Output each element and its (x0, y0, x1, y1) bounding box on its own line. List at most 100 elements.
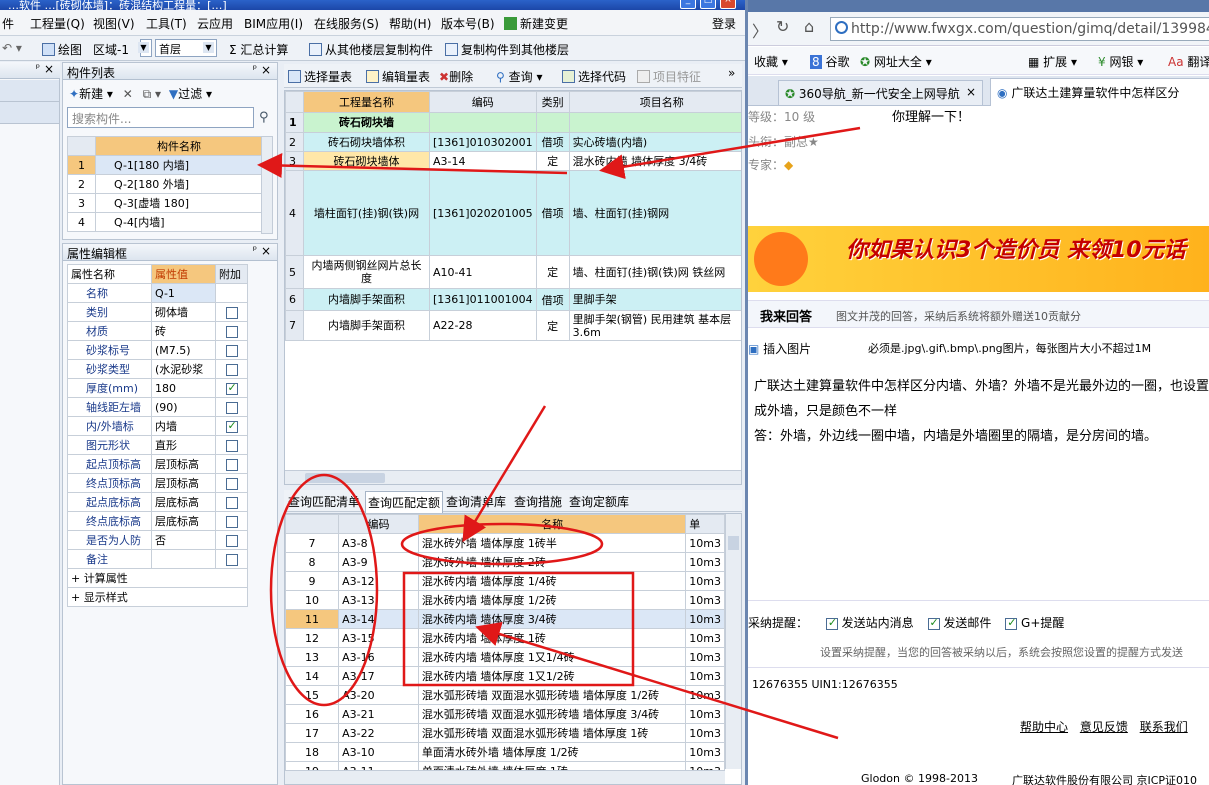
qty-type[interactable] (535, 112, 570, 133)
prop-value[interactable]: 层底标高 (151, 511, 216, 531)
bookmark-sites[interactable]: ✪ 网址大全 ▾ (860, 53, 932, 70)
component-row[interactable]: Q-1[180 内墙] (95, 155, 263, 175)
prop-value[interactable]: 直形 (151, 435, 216, 455)
vertical-scrollbar[interactable] (725, 514, 741, 769)
draw-button[interactable]: 绘图 (42, 41, 82, 58)
bookmark-extensions[interactable]: ▦ 扩展 ▾ (1028, 53, 1077, 70)
forward-icon[interactable]: 〉 (752, 18, 768, 42)
match-unit[interactable]: 10m3 (685, 552, 725, 572)
footer-help-link[interactable]: 帮助中心 (1020, 720, 1068, 734)
tab-match-list[interactable]: 查询匹配清单 (288, 493, 360, 510)
match-unit[interactable]: 10m3 (685, 590, 725, 610)
horizontal-scrollbar[interactable] (285, 470, 741, 484)
attach-checkbox[interactable] (225, 534, 238, 547)
tab-list-library[interactable]: 查询清单库 (446, 493, 506, 510)
bookmark-translate[interactable]: Aa 翻译 (1168, 53, 1209, 70)
menu-file[interactable]: 件 (2, 15, 14, 32)
property-group[interactable]: + 计算属性 (67, 568, 248, 588)
match-row[interactable]: 18 A3-10 单面清水砖外墙 墙体厚度 1/2砖 10m3 (285, 742, 725, 762)
match-row[interactable]: 17 A3-22 混水弧形砖墙 双面混水弧形砖墙 墙体厚度 1砖 10m3 (285, 723, 725, 743)
qty-type[interactable]: 借项 (535, 170, 570, 256)
delete-button[interactable]: ✖删除 (439, 68, 473, 85)
menu-cloud[interactable]: 云应用 (197, 15, 233, 32)
match-name[interactable]: 混水砖外墙 墙体厚度 1砖半 (417, 533, 687, 553)
match-code[interactable]: A3-10 (338, 742, 419, 762)
attach-checkbox[interactable] (225, 306, 238, 319)
qty-type[interactable]: 借项 (535, 288, 570, 311)
qty-type[interactable]: 定 (535, 255, 570, 289)
match-unit[interactable]: 10m3 (685, 609, 725, 629)
close-icon[interactable]: × (261, 244, 271, 258)
attach-checkbox[interactable] (225, 363, 238, 376)
attach-checkbox[interactable] (225, 344, 238, 357)
qty-code[interactable] (429, 112, 537, 133)
match-code[interactable]: A3-13 (338, 590, 419, 610)
match-unit[interactable]: 10m3 (685, 685, 725, 705)
pin-icon[interactable]: ᵖ (253, 64, 257, 75)
delete-icon[interactable]: ✕ (123, 87, 133, 101)
match-code[interactable]: A3-22 (338, 723, 419, 743)
footer-feedback-link[interactable]: 意见反馈 (1080, 720, 1128, 734)
prop-value[interactable]: (M7.5) (151, 340, 216, 360)
property-row[interactable]: 备注 (67, 549, 248, 569)
floor-select[interactable]: 首层 ▼ (155, 39, 217, 57)
undo-icon[interactable]: ↶ ▾ (2, 41, 22, 55)
prop-value[interactable]: Q-1 (151, 283, 216, 303)
property-row[interactable]: 厚度(mm) 180 (67, 378, 248, 398)
quantity-row[interactable]: 3 砖石砌块墙体 A3-14 定混水砖内墙 墙体厚度 3/4砖 (285, 151, 741, 171)
match-row[interactable]: 14 A3-17 混水砖内墙 墙体厚度 1又1/2砖 10m3 (285, 666, 725, 686)
maximize-button[interactable]: □ (700, 0, 716, 9)
prop-value[interactable]: 砌体墙 (151, 302, 216, 322)
match-unit[interactable]: 10m3 (685, 571, 725, 591)
attach-checkbox[interactable] (225, 553, 238, 566)
menu-quantity[interactable]: 工程量(Q) (30, 15, 85, 32)
quantity-row[interactable]: 2 砖石砌块墙体积 [1361]010302001 借项 实心砖墙(内墙) (285, 132, 741, 152)
prop-value[interactable]: 层底标高 (151, 492, 216, 512)
filter-button[interactable]: ▼过滤 ▾ (169, 87, 212, 101)
tab-quota-library[interactable]: 查询定额库 (569, 493, 629, 510)
match-unit[interactable]: 10m3 (685, 628, 725, 648)
query-button[interactable]: ⚲ 查询 ▾ (496, 68, 542, 85)
attach-checkbox[interactable] (225, 401, 238, 414)
match-code[interactable]: A3-16 (338, 647, 419, 667)
attach-checkbox[interactable] (225, 496, 238, 509)
tab-glodon[interactable]: ◉ 广联达土建算量软件中怎样区分 (990, 78, 1209, 106)
qty-item[interactable]: 混水砖内墙 墙体厚度 3/4砖 (568, 151, 741, 171)
bookmark-favorites[interactable]: 收藏 ▾ (754, 53, 788, 70)
match-code[interactable]: A3-21 (338, 704, 419, 724)
feature-button[interactable]: 项目特征 (637, 68, 701, 85)
match-code[interactable]: A3-17 (338, 666, 419, 686)
prop-value[interactable]: (水泥砂浆 (151, 359, 216, 379)
gplus-checkbox[interactable] (1005, 616, 1018, 630)
match-name[interactable]: 混水弧形砖墙 双面混水弧形砖墙 墙体厚度 1砖 (417, 723, 687, 743)
match-code[interactable]: A3-12 (338, 571, 419, 591)
match-unit[interactable]: 10m3 (685, 666, 725, 686)
qty-name[interactable]: 砖石砌块墙 (303, 112, 430, 133)
prop-value[interactable]: 层顶标高 (151, 473, 216, 493)
more-icon[interactable]: » (728, 66, 735, 80)
qty-name[interactable]: 砖石砌块墙体 (303, 151, 430, 171)
menu-tools[interactable]: 工具(T) (146, 15, 187, 32)
prop-value[interactable]: 砖 (151, 321, 216, 341)
property-row[interactable]: 图元形状 直形 (67, 435, 248, 455)
qty-name[interactable]: 内墙脚手架面积 (303, 288, 430, 311)
pin-icon[interactable]: ᵖ (253, 245, 257, 256)
qty-item[interactable]: 墙、柱面钉(挂)钢(铁)网 铁丝网 (568, 255, 741, 289)
property-row[interactable]: 类别 砌体墙 (67, 302, 248, 322)
property-row[interactable]: 内/外墙标 内墙 (67, 416, 248, 436)
sum-button[interactable]: Σ 汇总计算 (229, 41, 288, 58)
close-button[interactable]: × (720, 0, 736, 9)
minimize-button[interactable]: _ (680, 0, 696, 9)
search-icon[interactable]: ⚲ (259, 110, 269, 125)
bookmark-bank[interactable]: ¥ 网银 ▾ (1098, 53, 1143, 70)
match-code[interactable]: A3-14 (338, 609, 419, 629)
qty-code[interactable]: [1361]020201005 (429, 170, 537, 256)
quantity-row[interactable]: 1 砖石砌块墙 (285, 112, 741, 133)
property-row[interactable]: 砂浆类型 (水泥砂浆 (67, 359, 248, 379)
match-row[interactable]: 8 A3-9 混水砖外墙 墙体厚度 2砖 10m3 (285, 552, 725, 572)
qty-item[interactable] (568, 112, 741, 133)
qty-type[interactable]: 定 (535, 310, 570, 341)
match-unit[interactable]: 10m3 (685, 704, 725, 724)
match-name[interactable]: 混水砖内墙 墙体厚度 3/4砖 (417, 609, 687, 629)
qty-code[interactable]: [1361]010302001 (429, 132, 537, 152)
